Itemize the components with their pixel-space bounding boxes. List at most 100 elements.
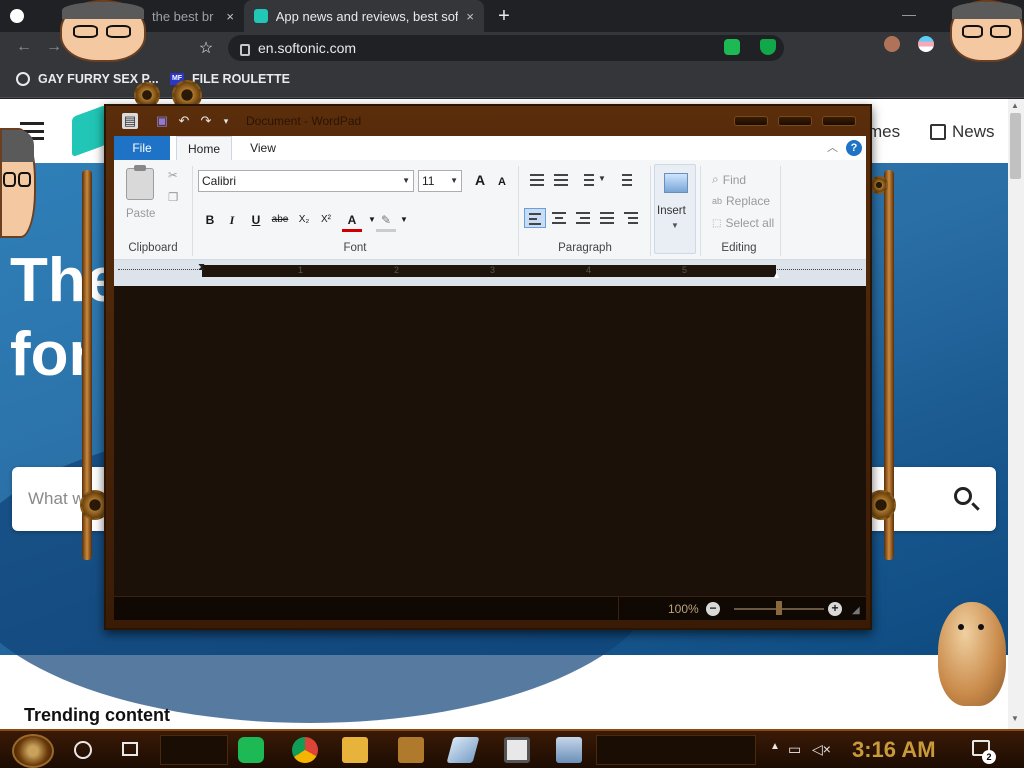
paste-label[interactable]: Paste <box>126 208 155 220</box>
chevron-down-icon[interactable]: ▼ <box>598 174 606 183</box>
help-icon[interactable]: ? <box>846 140 862 156</box>
find-button[interactable]: ⌕ Find <box>712 172 746 187</box>
page-scrollbar[interactable] <box>1008 99 1024 729</box>
align-right-button[interactable] <box>572 208 594 228</box>
increase-indent-icon[interactable] <box>550 170 572 190</box>
chat-extension-icon[interactable] <box>724 39 740 55</box>
profile-avatar[interactable] <box>884 36 900 52</box>
zoom-level: 100% <box>668 602 699 616</box>
zoom-out-icon[interactable]: − <box>706 602 720 616</box>
new-tab-button[interactable]: + <box>492 4 516 28</box>
line-spacing-icon[interactable] <box>614 170 636 190</box>
save-icon[interactable]: ▣ <box>154 113 170 129</box>
hero-heading-line-2: for <box>10 320 93 389</box>
softonic-logo[interactable] <box>72 104 106 158</box>
superscript-button[interactable]: X² <box>316 210 336 230</box>
tab-1-close-icon[interactable]: × <box>226 9 234 24</box>
font-family-select[interactable]: Calibri ▼ <box>198 170 414 192</box>
bookmark-2-label: FILE ROULETTE <box>192 72 290 86</box>
nav-news[interactable]: News <box>930 122 995 142</box>
font-color-button[interactable]: A <box>342 210 362 232</box>
chrome-icon[interactable] <box>292 737 318 763</box>
minimize-button[interactable]: — <box>902 6 916 22</box>
wordpad-window[interactable]: ▤ ▣ ↶ ↷ ▾ Document - WordPad File Home V… <box>104 104 872 630</box>
nav-games[interactable]: mes <box>868 122 900 142</box>
zoom-in-icon[interactable]: + <box>828 602 842 616</box>
left-indent-marker-icon[interactable]: ⧗ <box>198 262 205 273</box>
volume-muted-icon[interactable]: ◁× <box>812 741 831 758</box>
task-view-icon[interactable] <box>122 742 138 756</box>
back-icon[interactable]: ← <box>14 38 34 56</box>
network-icon[interactable]: ▭ <box>788 741 801 758</box>
wordpad-minimize-button[interactable] <box>734 116 768 126</box>
undo-icon[interactable]: ↶ <box>176 113 192 129</box>
wordpad-title-bar[interactable]: ▤ ▣ ↶ ↷ ▾ Document - WordPad <box>106 106 870 136</box>
paste-icon[interactable] <box>126 165 154 200</box>
cortana-icon[interactable] <box>74 741 92 759</box>
browser-tab-bar: the best br × App news and reviews, best… <box>0 0 1024 32</box>
scroll-up-icon[interactable]: ▲ <box>1011 101 1019 110</box>
shrink-font-button[interactable]: A <box>492 172 512 192</box>
strikethrough-button[interactable]: abe <box>270 210 290 230</box>
search-icon[interactable] <box>954 487 972 505</box>
redo-icon[interactable]: ↷ <box>198 113 214 129</box>
address-text[interactable]: en.softonic.com <box>258 40 356 56</box>
replace-button[interactable]: ab Replace <box>712 194 770 208</box>
right-indent-marker-icon[interactable]: ▲ <box>772 270 781 280</box>
insert-label: Insert <box>657 205 686 217</box>
underline-button[interactable]: U <box>246 210 266 230</box>
tray-overflow-icon[interactable]: ▲ <box>770 741 780 752</box>
wordpad-app-icon[interactable]: ▤ <box>122 113 138 129</box>
wordpad-maximize-button[interactable] <box>778 116 812 126</box>
page-scrollbar-thumb[interactable] <box>1010 113 1021 179</box>
quick-access-dropdown-icon[interactable]: ▾ <box>218 113 234 129</box>
wordpad-title: Document - WordPad <box>246 114 362 128</box>
tab-file[interactable]: File <box>114 136 170 160</box>
font-group-label: Font <box>343 242 367 254</box>
grow-font-button[interactable]: A <box>470 170 490 190</box>
app-icon[interactable] <box>398 737 424 763</box>
wordpad-taskbar-icon[interactable] <box>556 737 582 763</box>
select-all-button[interactable]: ⬚ Select all <box>712 216 774 230</box>
cut-icon[interactable]: ✂ <box>168 168 178 182</box>
flag-extension-icon[interactable] <box>918 36 934 52</box>
justify-button[interactable] <box>596 208 618 228</box>
tab-view[interactable]: View <box>238 136 288 160</box>
tab-2-close-icon[interactable]: × <box>466 9 474 24</box>
copy-icon[interactable]: ❐ <box>168 190 178 204</box>
decrease-indent-icon[interactable] <box>526 170 548 190</box>
align-left-button[interactable] <box>524 208 546 228</box>
font-size-select[interactable]: 11 ▼ <box>418 170 462 192</box>
bookmark-item-1[interactable]: GAY FURRY SEX P... <box>16 72 159 86</box>
highlight-icon[interactable]: ✎ <box>376 210 396 232</box>
subscript-button[interactable]: X₂ <box>294 210 314 230</box>
tab-2[interactable]: App news and reviews, best soft × <box>244 0 484 32</box>
resize-grip-icon[interactable]: ◢ <box>852 605 860 616</box>
wordpad-close-button[interactable] <box>822 116 856 126</box>
start-button[interactable] <box>12 734 54 768</box>
align-center-button[interactable] <box>548 208 570 228</box>
document-editor[interactable] <box>114 286 866 596</box>
bookmark-star-icon[interactable]: ☆ <box>196 38 216 58</box>
taskbar: ▲ ▭ ◁× 3:16 AM 2 <box>0 729 1024 768</box>
collapse-ribbon-icon[interactable]: ︿ <box>827 139 838 155</box>
scroll-down-icon[interactable]: ▼ <box>1011 714 1019 723</box>
zoom-slider-thumb[interactable] <box>776 601 782 615</box>
clock[interactable]: 3:16 AM <box>852 737 936 763</box>
shield-extension-icon[interactable] <box>760 39 776 55</box>
tab-home[interactable]: Home <box>176 136 232 160</box>
italic-button[interactable]: I <box>222 210 242 230</box>
folder-icon[interactable] <box>342 737 368 763</box>
ruler[interactable]: ⧗ ▲ 1 2 3 4 5 <box>114 260 866 286</box>
paragraph-settings-icon[interactable] <box>620 208 642 228</box>
notepad-icon[interactable] <box>446 737 480 763</box>
insert-button[interactable]: Insert ▼ <box>654 164 696 254</box>
address-bar[interactable]: en.softonic.com <box>228 35 784 61</box>
softonic-icon <box>254 9 268 23</box>
calculator-icon[interactable] <box>504 737 530 763</box>
bullet-list-icon[interactable] <box>576 170 598 190</box>
chat-app-icon[interactable] <box>238 737 264 763</box>
replace-icon: ab <box>712 196 723 206</box>
bold-button[interactable]: B <box>200 210 220 230</box>
chevron-down-icon[interactable]: ▼ <box>394 210 414 230</box>
